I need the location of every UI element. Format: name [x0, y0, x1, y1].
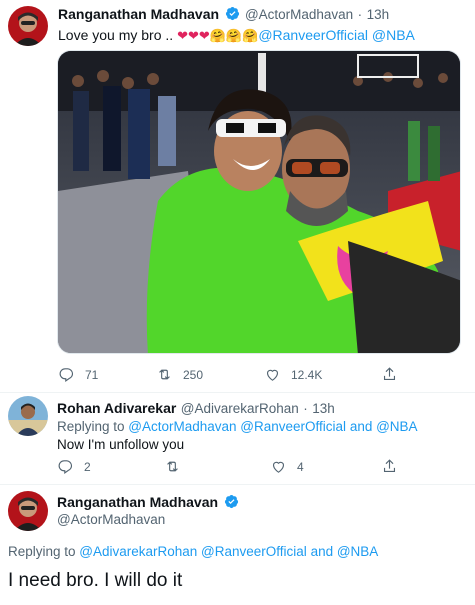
like-icon: [266, 369, 279, 381]
avatar-madhavan[interactable]: [8, 491, 48, 531]
emoji-run: ❤❤❤🤗🤗🤗: [177, 28, 259, 43]
avatar-rohan[interactable]: [8, 396, 48, 436]
author-name[interactable]: Ranganathan Madhavan: [57, 494, 218, 510]
retweet-icon: [159, 369, 170, 380]
replying-mentions[interactable]: @ActorMadhavan @RanveerOfficial: [128, 419, 346, 434]
share-button[interactable]: [381, 366, 398, 383]
photo-illustration: [58, 51, 460, 353]
reply-icon: [59, 368, 74, 382]
author-name[interactable]: Ranganathan Madhavan: [58, 6, 219, 22]
replying-label: Replying to: [57, 419, 129, 434]
separator-dot: ·: [357, 7, 363, 22]
separator-dot: ·: [303, 401, 308, 416]
share-button[interactable]: [381, 458, 398, 475]
replying-to: Replying to @ActorMadhavan @RanveerOffic…: [57, 419, 418, 434]
avatar-madhavan[interactable]: [8, 6, 48, 46]
like-button[interactable]: 12.4K: [264, 366, 322, 383]
replying-label: Replying to: [8, 544, 80, 559]
mention-nba[interactable]: @NBA: [372, 27, 415, 43]
tweet-divider: [0, 392, 475, 393]
reply-icon: [58, 460, 73, 474]
replying-nba[interactable]: @NBA: [376, 419, 417, 434]
reply-count: 2: [84, 459, 91, 474]
replying-and: and: [346, 419, 377, 434]
tweet-text-large: I need bro. I will do it: [8, 570, 183, 591]
tweet-divider: [0, 484, 475, 485]
verified-badge-icon: [225, 494, 239, 509]
author-handle[interactable]: @ActorMadhavan: [57, 512, 165, 527]
reply-count: 71: [85, 367, 99, 382]
tweet-timestamp[interactable]: 13h: [367, 7, 390, 22]
tweet-text: Now I'm unfollow you: [57, 437, 185, 452]
like-count: 4: [297, 459, 304, 474]
tweet-text-prefix: Love you my bro ..: [58, 27, 178, 43]
like-count: 12.4K: [291, 367, 323, 382]
like-button[interactable]: 4: [270, 458, 304, 475]
verified-badge-icon: [226, 6, 240, 21]
retweet-button[interactable]: 250: [156, 366, 203, 383]
reply-button[interactable]: 2: [57, 458, 91, 475]
tweet-text: Love you my bro .. ❤❤❤🤗🤗🤗@RanveerOfficia…: [58, 27, 415, 44]
retweet-icon: [167, 461, 178, 472]
replying-nba[interactable]: @NBA: [337, 544, 378, 559]
retweet-button[interactable]: [164, 458, 191, 475]
author-name[interactable]: Rohan Adivarekar: [57, 400, 176, 416]
share-icon: [383, 459, 396, 473]
tweet-timestamp[interactable]: 13h: [312, 401, 335, 416]
tweet-photo[interactable]: [57, 50, 461, 354]
author-handle[interactable]: @AdivarekarRohan: [181, 401, 299, 416]
share-icon: [383, 367, 396, 381]
replying-mentions[interactable]: @AdivarekarRohan @RanveerOfficial: [79, 544, 307, 559]
replying-to: Replying to @AdivarekarRohan @RanveerOff…: [8, 544, 378, 559]
mention-ranveer[interactable]: @RanveerOfficial: [258, 27, 368, 43]
like-icon: [272, 461, 285, 473]
retweet-count: 250: [183, 367, 204, 382]
reply-button[interactable]: 71: [58, 366, 98, 383]
author-handle[interactable]: @ActorMadhavan: [245, 7, 353, 22]
replying-and: and: [306, 544, 337, 559]
